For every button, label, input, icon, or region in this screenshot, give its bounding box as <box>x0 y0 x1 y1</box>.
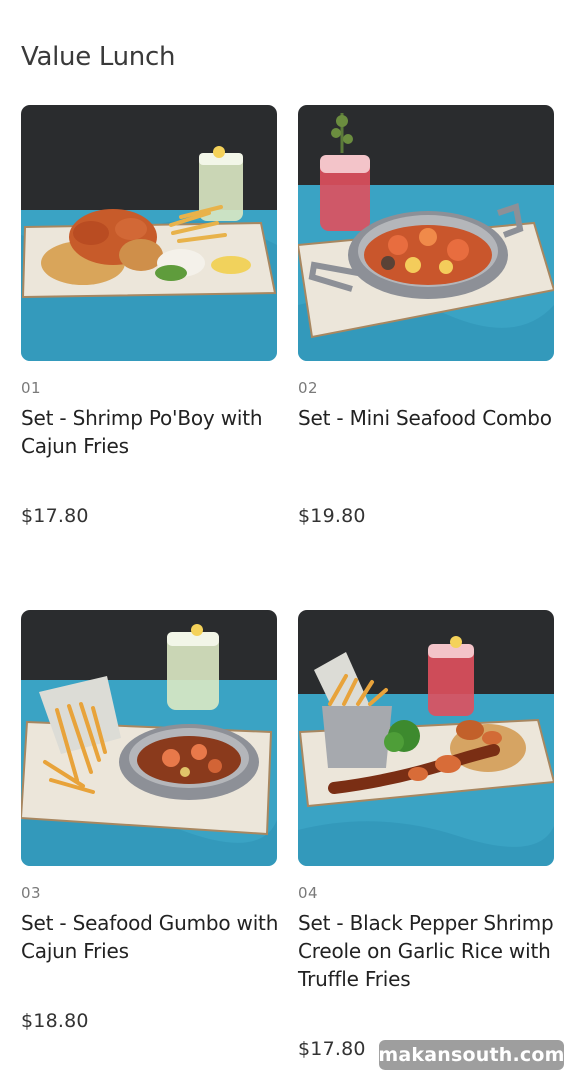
item-name[interactable]: Set - Shrimp Po'Boy with Cajun Fries <box>21 404 283 460</box>
watermark-label: makansouth.com <box>378 1040 564 1070</box>
food-image[interactable] <box>21 105 277 361</box>
section-title: Value Lunch <box>21 42 176 72</box>
food-image[interactable] <box>21 610 277 866</box>
menu-item-card[interactable]: 01 Set - Shrimp Po'Boy with Cajun Fries … <box>21 105 277 527</box>
item-price: $19.80 <box>298 505 366 527</box>
menu-item-card[interactable]: 02 Set - Mini Seafood Combo $19.80 <box>298 105 554 527</box>
food-image[interactable] <box>298 610 554 866</box>
item-number: 04 <box>298 884 319 902</box>
menu-item-card[interactable]: 04 Set - Black Pepper Shrimp Creole on G… <box>298 610 554 1060</box>
item-price: $18.80 <box>21 1010 89 1032</box>
item-number: 02 <box>298 379 319 397</box>
food-image[interactable] <box>298 105 554 361</box>
item-number: 03 <box>21 884 42 902</box>
item-name[interactable]: Set - Mini Seafood Combo <box>298 404 560 432</box>
item-name[interactable]: Set - Black Pepper Shrimp Creole on Garl… <box>298 909 560 993</box>
item-number: 01 <box>21 379 42 397</box>
item-name[interactable]: Set - Seafood Gumbo with Cajun Fries <box>21 909 283 965</box>
item-price: $17.80 <box>298 1038 366 1060</box>
item-price: $17.80 <box>21 505 89 527</box>
menu-item-card[interactable]: 03 Set - Seafood Gumbo with Cajun Fries … <box>21 610 278 1032</box>
